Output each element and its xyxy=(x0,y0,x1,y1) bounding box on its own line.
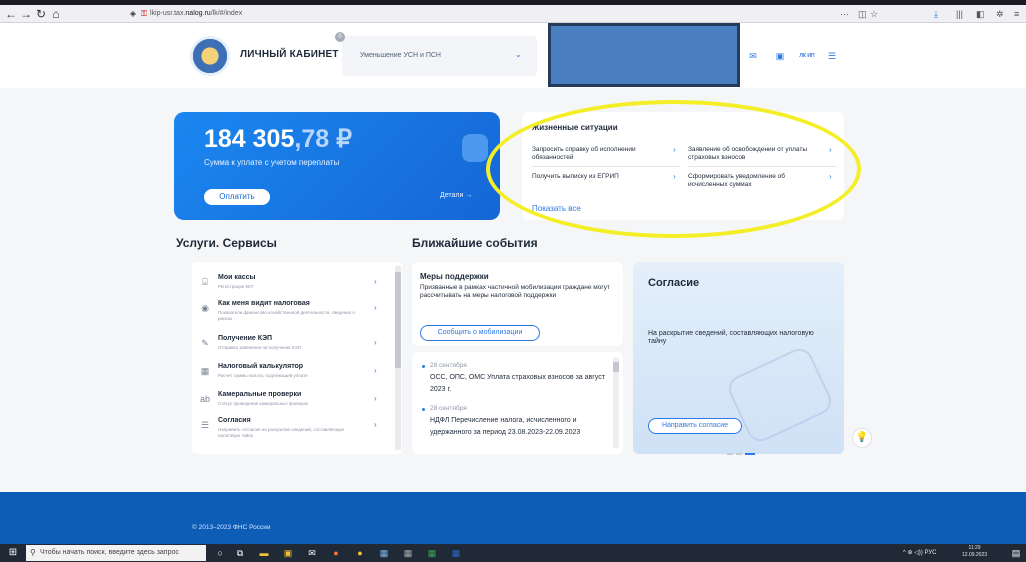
search-icon: ⚲ xyxy=(30,548,36,557)
lock-icon[interactable]: ⚿ xyxy=(137,5,151,23)
task-view-icon[interactable]: ⧉ xyxy=(232,545,248,561)
details-link[interactable]: Детали → xyxy=(440,192,472,199)
menu-icon[interactable]: ≡ xyxy=(1014,5,1019,23)
copyright-text: © 2013–2023 ФНС России xyxy=(192,524,271,531)
chat-icon[interactable]: ▣ xyxy=(772,48,788,64)
page-actions-icon[interactable]: ··· xyxy=(840,5,849,23)
cortana-icon[interactable]: ○ xyxy=(212,545,228,561)
service-item-subtitle: Направить согласие на раскрытие сведений… xyxy=(218,427,345,438)
consent-title: Согласие xyxy=(648,277,700,289)
list-icon: ☰ xyxy=(200,420,210,430)
events-scroll-thumb[interactable] xyxy=(613,362,619,372)
chevron-right-icon[interactable]: › xyxy=(374,366,377,375)
chevron-down-icon[interactable]: ⌄ xyxy=(515,50,522,59)
url-field[interactable]: lkip-usr.tax.nalog.ru/lk/#/index xyxy=(150,7,385,21)
cash-register-icon: ⌸ xyxy=(202,277,208,287)
pay-button[interactable]: Оплатить xyxy=(204,189,270,205)
taskbar-clock[interactable]: 11:29 12.09.2023 xyxy=(962,545,987,559)
signature-icon: ✎ xyxy=(201,338,209,348)
send-consent-button[interactable]: Направить согласие xyxy=(648,418,742,434)
service-item-title[interactable]: Налоговый калькулятор xyxy=(218,363,303,370)
hamburger-menu-icon[interactable]: ☰ xyxy=(824,48,840,64)
service-item-title[interactable]: Как меня видит налоговая xyxy=(218,300,310,307)
event-text[interactable]: ОСС, ОПС, ОМС Уплата страховых взносов з… xyxy=(430,372,606,396)
taskbar-search-input[interactable]: Чтобы начать поиск, введите здесь запрос xyxy=(26,545,206,561)
chevron-right-icon[interactable]: › xyxy=(374,394,377,403)
mail-icon[interactable]: ✉ xyxy=(304,545,320,561)
services-heading: Услуги. Сервисы xyxy=(176,236,277,250)
event-bullet xyxy=(422,365,425,368)
service-item-subtitle: Регистрация ККТ xyxy=(218,284,254,289)
abc-icon: ab xyxy=(199,394,210,404)
file-explorer-icon[interactable]: ▬ xyxy=(256,545,272,561)
word-icon[interactable]: ▦ xyxy=(448,545,464,561)
service-item-title[interactable]: Получение КЭП xyxy=(218,335,272,342)
service-item-subtitle: Статус проведения камеральных проверок xyxy=(218,401,309,406)
highlight-ellipse xyxy=(486,100,861,238)
service-item-subtitle: Отправка заявления на получение КЭП xyxy=(218,345,301,350)
support-text: Призванные в рамках частичной мобилизаци… xyxy=(420,284,610,299)
library-icon[interactable]: ||| xyxy=(956,5,963,23)
store-icon[interactable]: ▣ xyxy=(280,545,296,561)
event-text[interactable]: НДФЛ Перечисление налога, исчисленного и… xyxy=(430,415,606,439)
back-icon[interactable]: ← xyxy=(4,5,18,23)
chevron-right-icon[interactable]: › xyxy=(374,420,377,429)
windows-start-icon[interactable]: ⊞ xyxy=(4,544,22,562)
browser-toolbar: ← → ↻ ⌂ ◈ ⚿ lkip-usr.tax.nalog.ru/lk/#/i… xyxy=(0,5,1026,23)
carousel-dot[interactable] xyxy=(736,453,742,455)
service-item-title[interactable]: Мои кассы xyxy=(218,274,256,281)
notification-badge: 0 xyxy=(335,32,345,42)
services-list xyxy=(192,262,402,454)
fns-emblem-logo[interactable] xyxy=(190,36,230,76)
lightbulb-icon[interactable]: 💡 xyxy=(852,428,872,448)
reload-icon[interactable]: ↻ xyxy=(34,5,48,23)
service-item-title[interactable]: Камеральные проверки xyxy=(218,391,301,398)
balance-amount: 184 305,78 ₽ xyxy=(204,125,352,153)
redaction-box xyxy=(548,23,740,87)
services-scroll-thumb[interactable] xyxy=(395,272,401,368)
notifications-icon[interactable]: ▤ xyxy=(1008,545,1024,561)
excel-icon[interactable]: ▦ xyxy=(424,545,440,561)
event-date: 28 сентября xyxy=(430,405,467,412)
report-mobilization-button[interactable]: Сообщить о мобилизации xyxy=(420,325,540,341)
firefox-icon[interactable]: ● xyxy=(328,545,344,561)
sidebar-icon[interactable]: ◧ xyxy=(976,5,985,23)
download-icon[interactable]: ⤓ xyxy=(934,5,938,23)
carousel-dot[interactable] xyxy=(727,453,733,455)
coins-icon xyxy=(462,134,488,162)
consent-text: На раскрытие сведений, составляющих нало… xyxy=(648,330,814,345)
messages-icon[interactable]: ✉ xyxy=(745,48,761,64)
chevron-right-icon[interactable]: › xyxy=(374,277,377,286)
event-bullet xyxy=(422,408,425,411)
chevron-right-icon[interactable]: › xyxy=(374,338,377,347)
system-tray[interactable]: ^ ⊕ ◁)) РУС xyxy=(903,546,936,560)
app-icon[interactable]: ▦ xyxy=(400,545,416,561)
service-item-subtitle: Расчет суммы налога, подлежащей уплате xyxy=(218,373,308,378)
support-title: Меры поддержки xyxy=(420,272,489,281)
app-icon[interactable]: ▦ xyxy=(376,545,392,561)
taxpayer-select-value: Уменьшение УСН и ПСН xyxy=(360,52,441,59)
service-item-subtitle: Показатели финансово-хозяйственной деяте… xyxy=(218,310,355,321)
brand-title[interactable]: ЛИЧНЫЙ КАБИНЕТ ИП xyxy=(240,49,356,60)
bookmark-star-icon[interactable]: ☆ xyxy=(870,5,878,23)
home-icon[interactable]: ⌂ xyxy=(49,5,63,23)
site-footer xyxy=(0,492,1026,544)
forward-icon[interactable]: → xyxy=(19,5,33,23)
extension-icon[interactable]: ✲ xyxy=(996,5,1004,23)
eye-search-icon: ◉ xyxy=(201,303,209,313)
event-date: 28 сентября xyxy=(430,362,467,369)
user-profile-button[interactable]: ЛК ИП xyxy=(794,48,820,64)
balance-subtitle: Сумма к уплате с учетом переплаты xyxy=(204,158,340,167)
events-heading: Ближайшие события xyxy=(412,236,538,250)
carousel-dot-active[interactable] xyxy=(745,453,755,455)
app-icon[interactable]: ● xyxy=(352,545,368,561)
chevron-right-icon[interactable]: › xyxy=(374,303,377,312)
pocket-icon[interactable]: ◫ xyxy=(858,5,867,23)
service-item-title[interactable]: Согласия xyxy=(218,417,251,424)
calculator-icon: ▦ xyxy=(200,366,210,376)
carousel-dots[interactable] xyxy=(727,453,758,457)
